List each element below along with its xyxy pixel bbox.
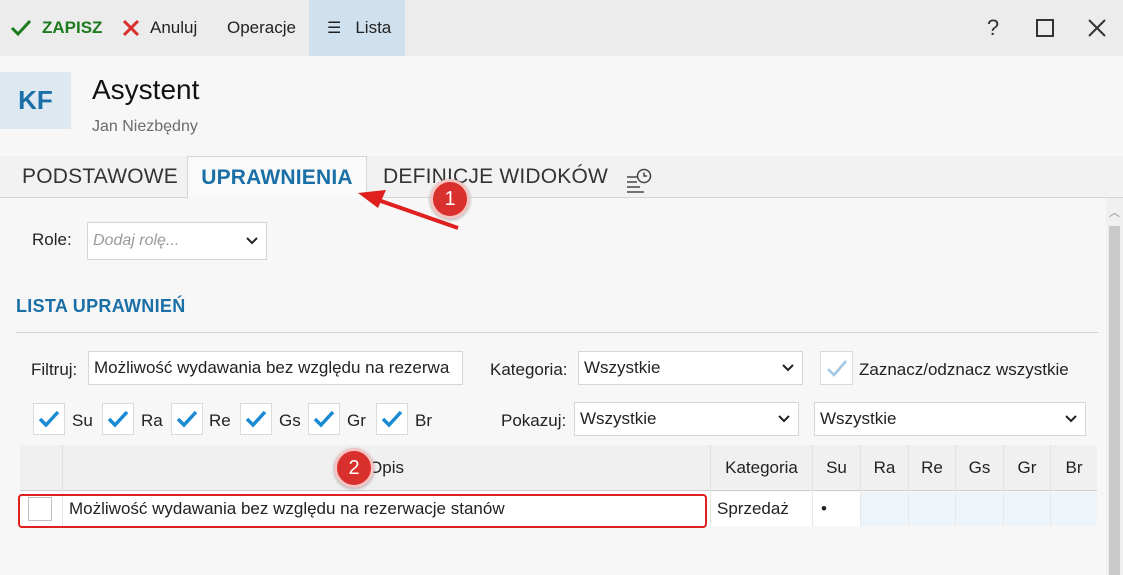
annotation-arrow [358,190,459,230]
annotation-badge-1: 1 [430,179,470,219]
annotation-badge-2: 2 [334,448,374,488]
